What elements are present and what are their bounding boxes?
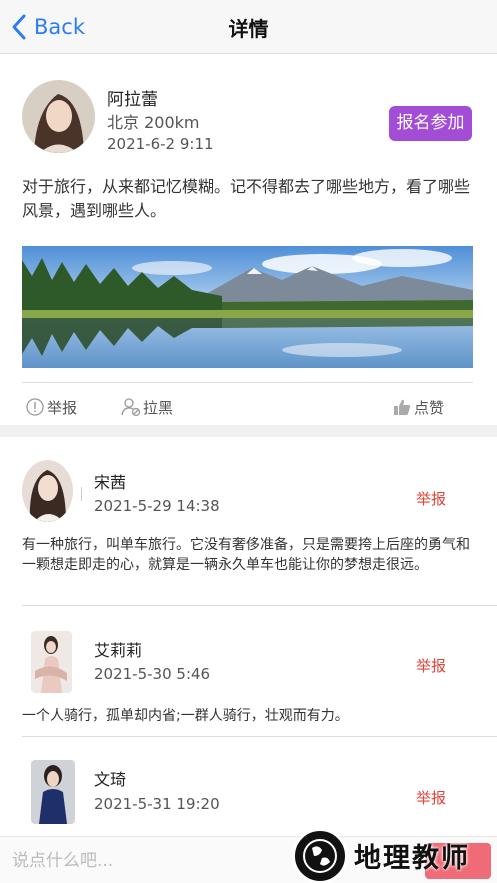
post-divider (22, 382, 473, 383)
join-button[interactable]: 报名参加 (389, 106, 472, 141)
comment-time: 2021-5-30 5:46 (94, 665, 211, 683)
info-circle-icon (26, 398, 44, 416)
author-name[interactable]: 阿拉蕾 (107, 85, 158, 110)
watermark-text: 地理教师 (354, 843, 470, 874)
like-button[interactable]: 点赞 (392, 396, 444, 418)
author-avatar[interactable] (22, 80, 95, 153)
report-comment-button[interactable]: 举报 (416, 787, 446, 808)
report-post-button[interactable]: 举报 (25, 396, 77, 418)
comment-divider (22, 736, 497, 737)
comment-time: 2021-5-29 14:38 (94, 497, 220, 515)
comment-time: 2021-5-31 19:20 (94, 795, 220, 813)
commenter-name[interactable]: 宋茜 (94, 469, 126, 493)
block-user-button[interactable]: 拉黑 (121, 396, 173, 418)
page-title: 详情 (228, 17, 269, 41)
like-label: 点赞 (414, 398, 445, 417)
comment-item: 艾莉莉 2021-5-30 5:46 举报 一个人骑行，孤单却内省;一群人骑行，… (0, 607, 497, 737)
report-comment-button[interactable]: 举报 (416, 488, 446, 509)
comment-item: 宋茜 2021-5-29 14:38 举报 有一种旅行，叫单车旅行。它没有奢侈准… (0, 437, 497, 606)
nav-bar: Back 详情 (0, 0, 497, 54)
section-gap (0, 425, 497, 437)
comment-text: 有一种旅行，叫单车旅行。它没有奢侈准备，只是需要挎上后座的勇气和一颗想走即走的心… (22, 537, 470, 573)
report-comment-button[interactable]: 举报 (416, 655, 446, 676)
comment-item: 文琦 2021-5-31 19:20 举报 (0, 738, 497, 836)
commenter-avatar[interactable] (31, 760, 75, 824)
author-location: 北京 200km (107, 113, 200, 132)
block-label: 拉黑 (143, 398, 174, 417)
commenter-name[interactable]: 艾莉莉 (94, 637, 142, 661)
comment-text: 一个人骑行，孤单却内省;一群人骑行，壮观而有力。 (22, 708, 349, 724)
watermark-logo (292, 827, 348, 883)
divider (81, 487, 82, 501)
commenter-avatar[interactable] (31, 631, 72, 693)
comment-divider (22, 605, 497, 606)
report-label: 举报 (47, 398, 78, 417)
commenter-avatar[interactable] (22, 460, 73, 522)
person-block-icon (121, 398, 141, 417)
commenter-name[interactable]: 文琦 (94, 766, 126, 790)
post-timestamp: 2021-6-2 9:11 (107, 135, 214, 153)
post-text: 对于旅行，从来都记忆模糊。记不得都去了哪些地方，看了哪些风景，遇到哪些人。 (22, 177, 471, 220)
watermark: 地理教师 (292, 827, 497, 883)
post-image[interactable] (22, 246, 473, 368)
post-card: 阿拉蕾 北京 200km 2021-6-2 9:11 报名参加 对于旅行，从来都… (0, 55, 497, 425)
thumbs-up-icon (394, 399, 411, 415)
